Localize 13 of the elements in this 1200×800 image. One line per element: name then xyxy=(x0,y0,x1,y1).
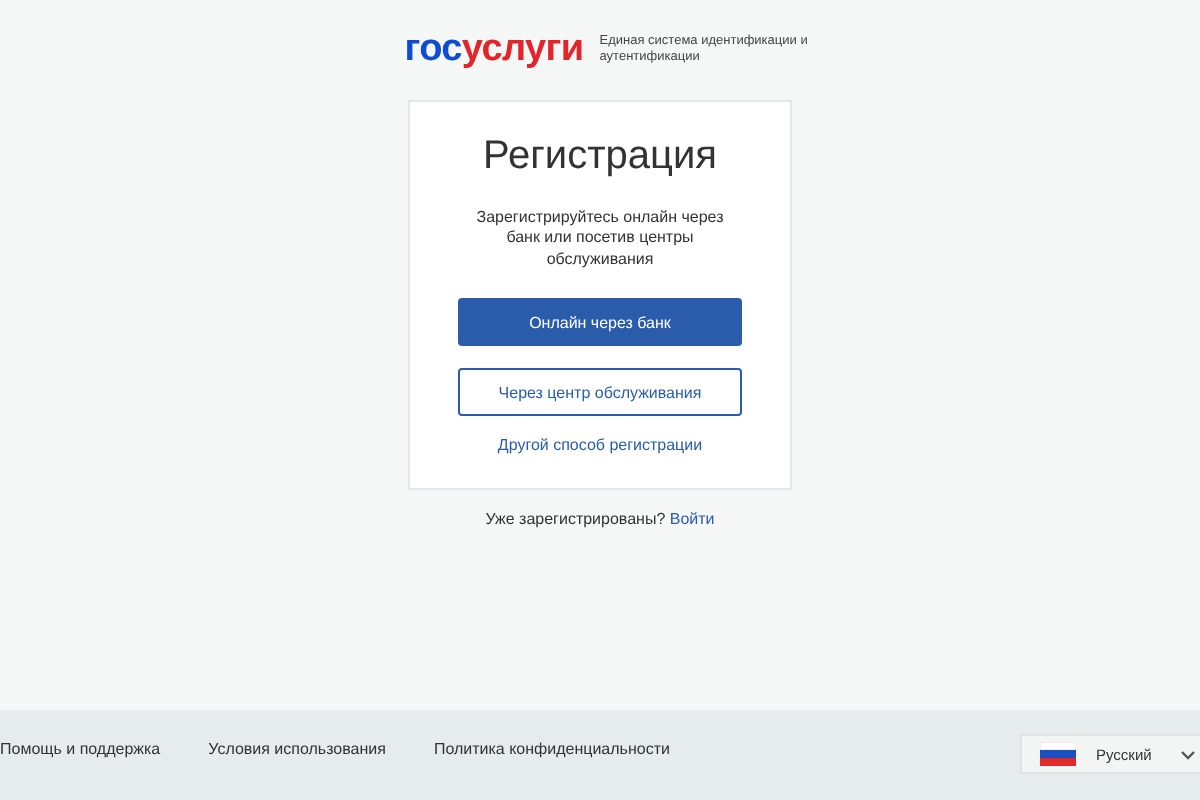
login-prompt: Уже зарегистрированы? xyxy=(485,510,666,528)
other-method-link[interactable]: Другой способ регистрации xyxy=(497,436,703,455)
chevron-icon xyxy=(1180,749,1196,759)
card-description: Зарегистрируйтесь онлайн через банк или посетив центры обслуживания xyxy=(474,208,726,271)
service-center-button[interactable]: Через центр обслуживания xyxy=(458,368,742,417)
footer-link[interactable]: Политика конфиденциальности xyxy=(433,740,670,758)
card-title: Регистрация xyxy=(483,134,717,180)
footer-link[interactable]: Условия использования xyxy=(208,740,386,758)
logo: госуслуги xyxy=(404,28,584,72)
bank-button[interactable]: Онлайн через банк xyxy=(458,298,742,347)
flag-icon xyxy=(1040,742,1076,766)
login-link[interactable]: Войти xyxy=(669,510,715,528)
footer-link[interactable]: Помощь и поддержка xyxy=(0,740,161,758)
